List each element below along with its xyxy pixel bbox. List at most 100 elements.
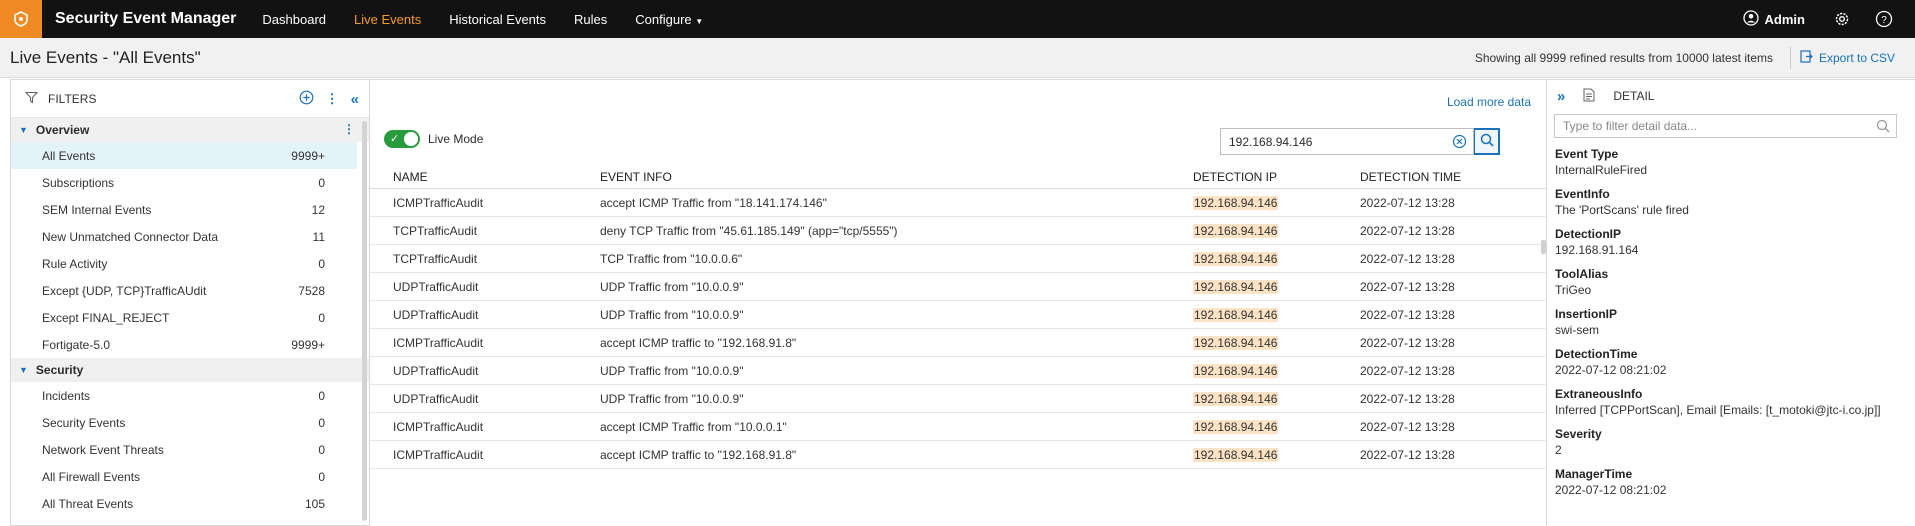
toggle-knob bbox=[404, 132, 418, 146]
export-csv-button[interactable]: Export to CSV bbox=[1800, 50, 1895, 66]
cell-detection-ip: 192.168.94.146 bbox=[1193, 364, 1279, 378]
cell-detection-time: 2022-07-12 13:28 bbox=[1360, 336, 1455, 350]
filter-item-label: SEM Internal Events bbox=[42, 202, 152, 217]
nav-dashboard[interactable]: Dashboard bbox=[262, 12, 326, 27]
filter-item-count: 105 bbox=[304, 496, 325, 511]
filter-item-network-event-threats[interactable]: Network Event Threats 0 bbox=[11, 436, 369, 463]
filters-panel: FILTERS ⋮ « ▼ Overview ⋮ All Events 9999+… bbox=[10, 79, 370, 526]
filter-item-label: All Events bbox=[42, 148, 96, 163]
column-header-detection-ip[interactable]: DETECTION IP bbox=[1193, 170, 1277, 184]
cell-event-info: UDP Traffic from "10.0.0.9" bbox=[600, 308, 744, 322]
filter-item-fortigate[interactable]: Fortigate-5.0 9999+ bbox=[11, 331, 369, 358]
filter-item-count: 0 bbox=[318, 388, 325, 403]
cell-event-info: accept ICMP Traffic from "10.0.0.1" bbox=[600, 420, 787, 434]
search-input[interactable]: 192.168.94.146 bbox=[1220, 128, 1474, 155]
cell-detection-time: 2022-07-12 13:28 bbox=[1360, 224, 1455, 238]
cell-detection-time: 2022-07-12 13:28 bbox=[1360, 392, 1455, 406]
help-icon[interactable]: ? bbox=[1873, 8, 1895, 30]
filter-item-label: All Threat Events bbox=[42, 496, 134, 511]
nav-rules[interactable]: Rules bbox=[574, 12, 607, 27]
user-menu[interactable]: Admin bbox=[1742, 9, 1805, 29]
cell-detection-time: 2022-07-12 13:28 bbox=[1360, 448, 1455, 462]
kebab-menu-icon[interactable]: ⋮ bbox=[326, 91, 339, 107]
detail-value: InternalRuleFired bbox=[1555, 163, 1648, 177]
clear-search-icon[interactable] bbox=[1452, 134, 1467, 152]
filter-group-overview[interactable]: ▼ Overview ⋮ bbox=[11, 118, 369, 142]
filter-item-count: 12 bbox=[311, 202, 325, 217]
search-button[interactable] bbox=[1473, 128, 1500, 155]
filter-item-count: 9999+ bbox=[291, 148, 325, 163]
cell-detection-time: 2022-07-12 13:28 bbox=[1360, 252, 1455, 266]
divider bbox=[1790, 47, 1791, 69]
table-row[interactable]: UDPTrafficAudit UDP Traffic from "10.0.0.… bbox=[370, 301, 1546, 329]
filter-item-all-events[interactable]: All Events 9999+ bbox=[11, 142, 357, 169]
cell-name: ICMPTrafficAudit bbox=[393, 420, 484, 434]
table-row[interactable]: TCPTrafficAudit TCP Traffic from "10.0.0.… bbox=[370, 245, 1546, 273]
page-header: Live Events - "All Events" Showing all 9… bbox=[0, 38, 1915, 78]
expand-right-icon[interactable]: » bbox=[1557, 88, 1565, 105]
detail-field: Severity 2 bbox=[1555, 427, 1915, 458]
filter-group-security[interactable]: ▼ Security bbox=[11, 358, 369, 382]
nav-live-events[interactable]: Live Events bbox=[354, 12, 421, 27]
live-mode-control: ✓ Live Mode bbox=[384, 130, 483, 148]
filter-item-except-final-reject[interactable]: Except FINAL_REJECT 0 bbox=[11, 304, 369, 331]
chevron-down-icon: ▼ bbox=[695, 16, 704, 26]
filter-item-label: Subscriptions bbox=[42, 175, 115, 190]
cell-event-info: TCP Traffic from "10.0.0.6" bbox=[600, 252, 743, 266]
filter-item-all-threat-events[interactable]: All Threat Events 105 bbox=[11, 490, 369, 517]
load-more-link[interactable]: Load more data bbox=[1447, 95, 1531, 109]
detail-key: InsertionIP bbox=[1555, 307, 1618, 321]
filter-item-rule-activity[interactable]: Rule Activity 0 bbox=[11, 250, 369, 277]
cell-name: UDPTrafficAudit bbox=[393, 364, 479, 378]
column-header-detection-time[interactable]: DETECTION TIME bbox=[1360, 170, 1461, 184]
detail-filter-input[interactable]: Type to filter detail data... bbox=[1554, 114, 1897, 138]
filters-title: FILTERS bbox=[48, 91, 97, 106]
cell-name: TCPTrafficAudit bbox=[393, 252, 478, 266]
detail-value: 2022-07-12 08:21:02 bbox=[1555, 363, 1667, 377]
filter-item-new-unmatched-connector-data[interactable]: New Unmatched Connector Data 11 bbox=[11, 223, 369, 250]
filter-item-sem-internal-events[interactable]: SEM Internal Events 12 bbox=[11, 196, 369, 223]
cell-detection-ip: 192.168.94.146 bbox=[1193, 420, 1279, 434]
table-row[interactable]: ICMPTrafficAudit accept ICMP traffic to "… bbox=[370, 441, 1546, 469]
filter-item-label: Fortigate-5.0 bbox=[42, 337, 111, 352]
detail-filter-placeholder: Type to filter detail data... bbox=[1563, 119, 1698, 133]
table-row[interactable]: ICMPTrafficAudit accept ICMP Traffic from… bbox=[370, 189, 1546, 217]
add-filter-icon[interactable] bbox=[299, 90, 314, 108]
search-bar: 192.168.94.146 bbox=[1220, 128, 1500, 155]
filter-item-label: Except FINAL_REJECT bbox=[42, 310, 170, 325]
cell-name: UDPTrafficAudit bbox=[393, 308, 479, 322]
app-logo-icon[interactable] bbox=[0, 0, 42, 38]
table-row[interactable]: UDPTrafficAudit UDP Traffic from "10.0.0.… bbox=[370, 357, 1546, 385]
table-row[interactable]: UDPTrafficAudit UDP Traffic from "10.0.0.… bbox=[370, 385, 1546, 413]
column-header-event-info[interactable]: EVENT INFO bbox=[600, 170, 672, 184]
filters-scrollbar[interactable] bbox=[362, 121, 367, 521]
group-menu-icon[interactable]: ⋮ bbox=[343, 122, 355, 136]
nav-configure[interactable]: Configure ▼ bbox=[635, 12, 703, 27]
app-title: Security Event Manager bbox=[55, 10, 237, 27]
filter-item-subscriptions[interactable]: Subscriptions 0 bbox=[11, 169, 369, 196]
cell-detection-time: 2022-07-12 13:28 bbox=[1360, 420, 1455, 434]
filter-item-except-udp-tcp[interactable]: Except {UDP, TCP}TrafficAUdit 7528 bbox=[11, 277, 369, 304]
table-row[interactable]: TCPTrafficAudit deny TCP Traffic from "45… bbox=[370, 217, 1546, 245]
table-row[interactable]: ICMPTrafficAudit accept ICMP traffic to "… bbox=[370, 329, 1546, 357]
filter-item-count: 0 bbox=[318, 469, 325, 484]
cell-detection-time: 2022-07-12 13:28 bbox=[1360, 196, 1455, 210]
live-mode-toggle[interactable]: ✓ bbox=[384, 130, 420, 148]
column-header-name[interactable]: NAME bbox=[393, 170, 428, 184]
table-row[interactable]: ICMPTrafficAudit accept ICMP Traffic from… bbox=[370, 413, 1546, 441]
gear-icon[interactable] bbox=[1831, 8, 1853, 30]
detail-value: 2 bbox=[1555, 443, 1562, 457]
filter-item-all-firewall-events[interactable]: All Firewall Events 0 bbox=[11, 463, 369, 490]
detail-key: ToolAlias bbox=[1555, 267, 1609, 281]
table-row[interactable]: UDPTrafficAudit UDP Traffic from "10.0.0.… bbox=[370, 273, 1546, 301]
filter-item-incidents[interactable]: Incidents 0 bbox=[11, 382, 369, 409]
user-icon bbox=[1742, 9, 1759, 29]
nav-historical-events[interactable]: Historical Events bbox=[449, 12, 546, 27]
filter-item-security-events[interactable]: Security Events 0 bbox=[11, 409, 369, 436]
collapse-left-icon[interactable]: « bbox=[351, 91, 359, 108]
cell-detection-ip: 192.168.94.146 bbox=[1193, 280, 1279, 294]
events-table-body: ICMPTrafficAudit accept ICMP Traffic from… bbox=[370, 189, 1546, 469]
search-icon bbox=[1480, 133, 1494, 150]
export-label: Export to CSV bbox=[1818, 51, 1895, 65]
filter-item-label: Incidents bbox=[42, 388, 91, 403]
